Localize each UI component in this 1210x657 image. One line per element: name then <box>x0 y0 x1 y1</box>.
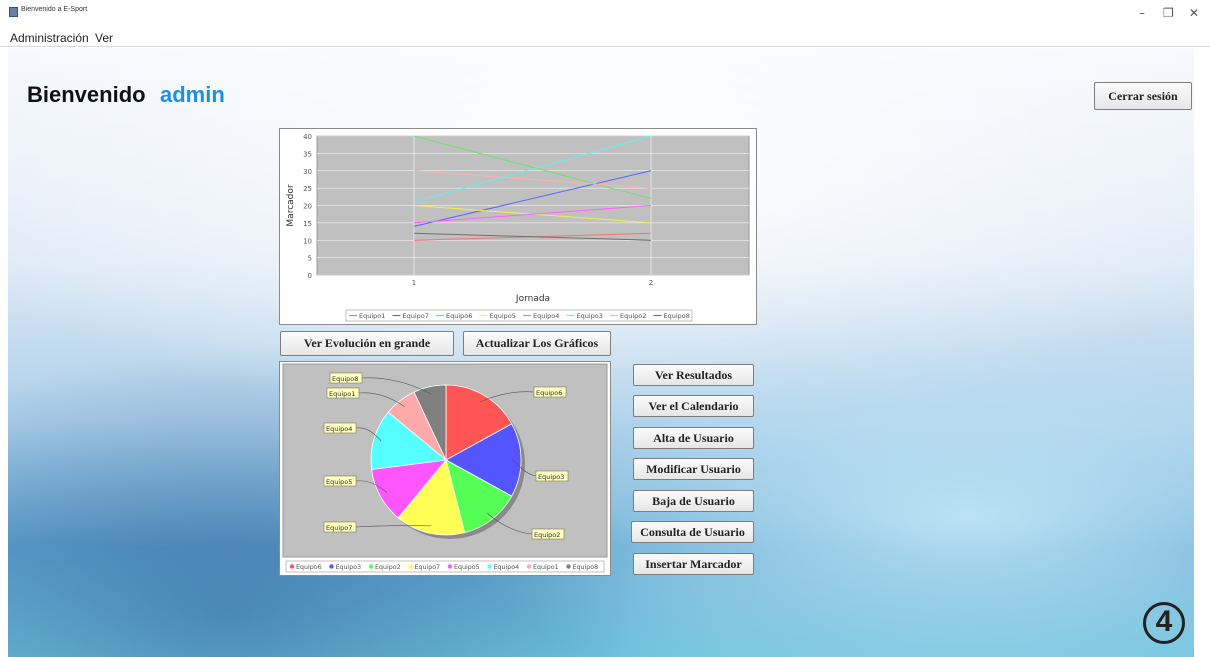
menu-administracion[interactable]: Administración <box>10 31 89 45</box>
view-results-button[interactable]: Ver Resultados <box>633 364 754 386</box>
delete-user-button[interactable]: Baja de Usuario <box>633 490 754 512</box>
line-chart: 0 5 10 15 20 25 30 35 40 1 2 Jornada Marcador Equipo1… <box>286 133 750 322</box>
legend-label: Equipo5 <box>490 312 516 320</box>
pie-label: Equipo1 <box>329 390 355 398</box>
menu-ver[interactable]: Ver <box>95 31 113 45</box>
pie-label: Equipo6 <box>536 389 562 397</box>
legend-swatch <box>447 564 453 569</box>
legend-label: Equipo8 <box>573 564 599 571</box>
legend-label: Equipo8 <box>664 312 690 320</box>
close-icon[interactable]: ✕ <box>1189 6 1199 20</box>
y-tick-label: 40 <box>303 133 312 141</box>
logout-button[interactable]: Cerrar sesión <box>1094 82 1192 110</box>
legend-swatch <box>408 564 413 569</box>
legend-label: Equipo7 <box>403 312 429 320</box>
legend-swatch <box>566 564 571 569</box>
pie-chart: Equipo6 Equipo3 Equipo2 Equipo7 Equipo5 Equip… <box>282 363 608 573</box>
legend-label: Equipo5 <box>454 564 480 571</box>
x-tick-label: 1 <box>412 279 416 287</box>
legend-label: Equipo2 <box>375 564 401 571</box>
logo-4-icon: 4 <box>1143 602 1185 644</box>
window-titlebar: Bienvenido a E-Sport – ❐ ✕ <box>0 0 1210 30</box>
y-tick-label: 30 <box>303 168 312 176</box>
line-chart-legend: Equipo1 Equipo7 Equipo6 Equipo5 Equipo4 Equip… <box>345 309 693 322</box>
legend-label: Equipo7 <box>415 564 441 571</box>
pie-chart-panel[interactable]: Equipo6 Equipo3 Equipo2 Equipo7 Equipo5 Equip… <box>279 361 611 576</box>
y-tick-label: 20 <box>303 203 312 211</box>
line-chart-panel[interactable]: 0 5 10 15 20 25 30 35 40 1 2 Jornada Marcador Equipo1… <box>279 128 757 325</box>
pie-label: Equipo7 <box>326 524 352 532</box>
window-title: Bienvenido a E-Sport <box>21 6 88 13</box>
y-axis-label: Marcador <box>286 184 296 226</box>
view-calendar-button[interactable]: Ver el Calendario <box>633 395 754 417</box>
view-evolution-button[interactable]: Ver Evolución en grande <box>280 331 454 356</box>
legend-label: Equipo4 <box>494 564 520 571</box>
insert-score-button[interactable]: Insertar Marcador <box>633 553 754 575</box>
pie-label: Equipo8 <box>332 375 358 383</box>
y-tick-label: 15 <box>303 220 312 228</box>
legend-swatch <box>289 564 295 569</box>
y-tick-label: 25 <box>303 185 312 193</box>
legend-label: Equipo1 <box>359 312 385 320</box>
pie-label: Equipo2 <box>534 531 560 539</box>
legend-swatch <box>329 564 334 569</box>
welcome-label: Bienvenido <box>27 82 146 107</box>
y-tick-label: 0 <box>308 272 312 280</box>
query-user-button[interactable]: Consulta de Usuario <box>631 521 754 543</box>
username-label: admin <box>160 82 225 107</box>
modify-user-button[interactable]: Modificar Usuario <box>633 458 754 480</box>
add-user-button[interactable]: Alta de Usuario <box>633 427 754 449</box>
pie-label: Equipo4 <box>326 425 352 433</box>
legend-label: Equipo3 <box>577 312 603 320</box>
legend-label: Equipo6 <box>296 564 322 571</box>
legend-label: Equipo6 <box>446 312 472 320</box>
pie-label: Equipo3 <box>538 473 564 481</box>
legend-swatch <box>487 564 492 569</box>
maximize-icon[interactable]: ❐ <box>1163 6 1174 20</box>
legend-swatch <box>368 564 374 569</box>
legend-label: Equipo2 <box>620 312 646 320</box>
pie-label: Equipo5 <box>326 478 352 486</box>
minimize-icon[interactable]: – <box>1139 6 1145 20</box>
legend-label: Equipo3 <box>336 564 362 571</box>
y-tick-label: 35 <box>303 150 312 158</box>
y-tick-label: 5 <box>308 255 312 263</box>
app-icon <box>9 7 18 17</box>
refresh-charts-button[interactable]: Actualizar Los Gráficos <box>463 331 611 356</box>
y-tick-label: 10 <box>303 237 312 245</box>
legend-label: Equipo1 <box>533 564 559 571</box>
legend-label: Equipo4 <box>533 312 559 320</box>
pie-chart-legend: Equipo6 Equipo3 Equipo2 Equipo7 Equipo5 Equip… <box>285 560 605 573</box>
x-tick-label: 2 <box>649 279 653 287</box>
x-axis-label: Jornada <box>515 294 550 304</box>
menu-bar: Administración Ver <box>0 30 1210 47</box>
legend-swatch <box>526 564 532 569</box>
